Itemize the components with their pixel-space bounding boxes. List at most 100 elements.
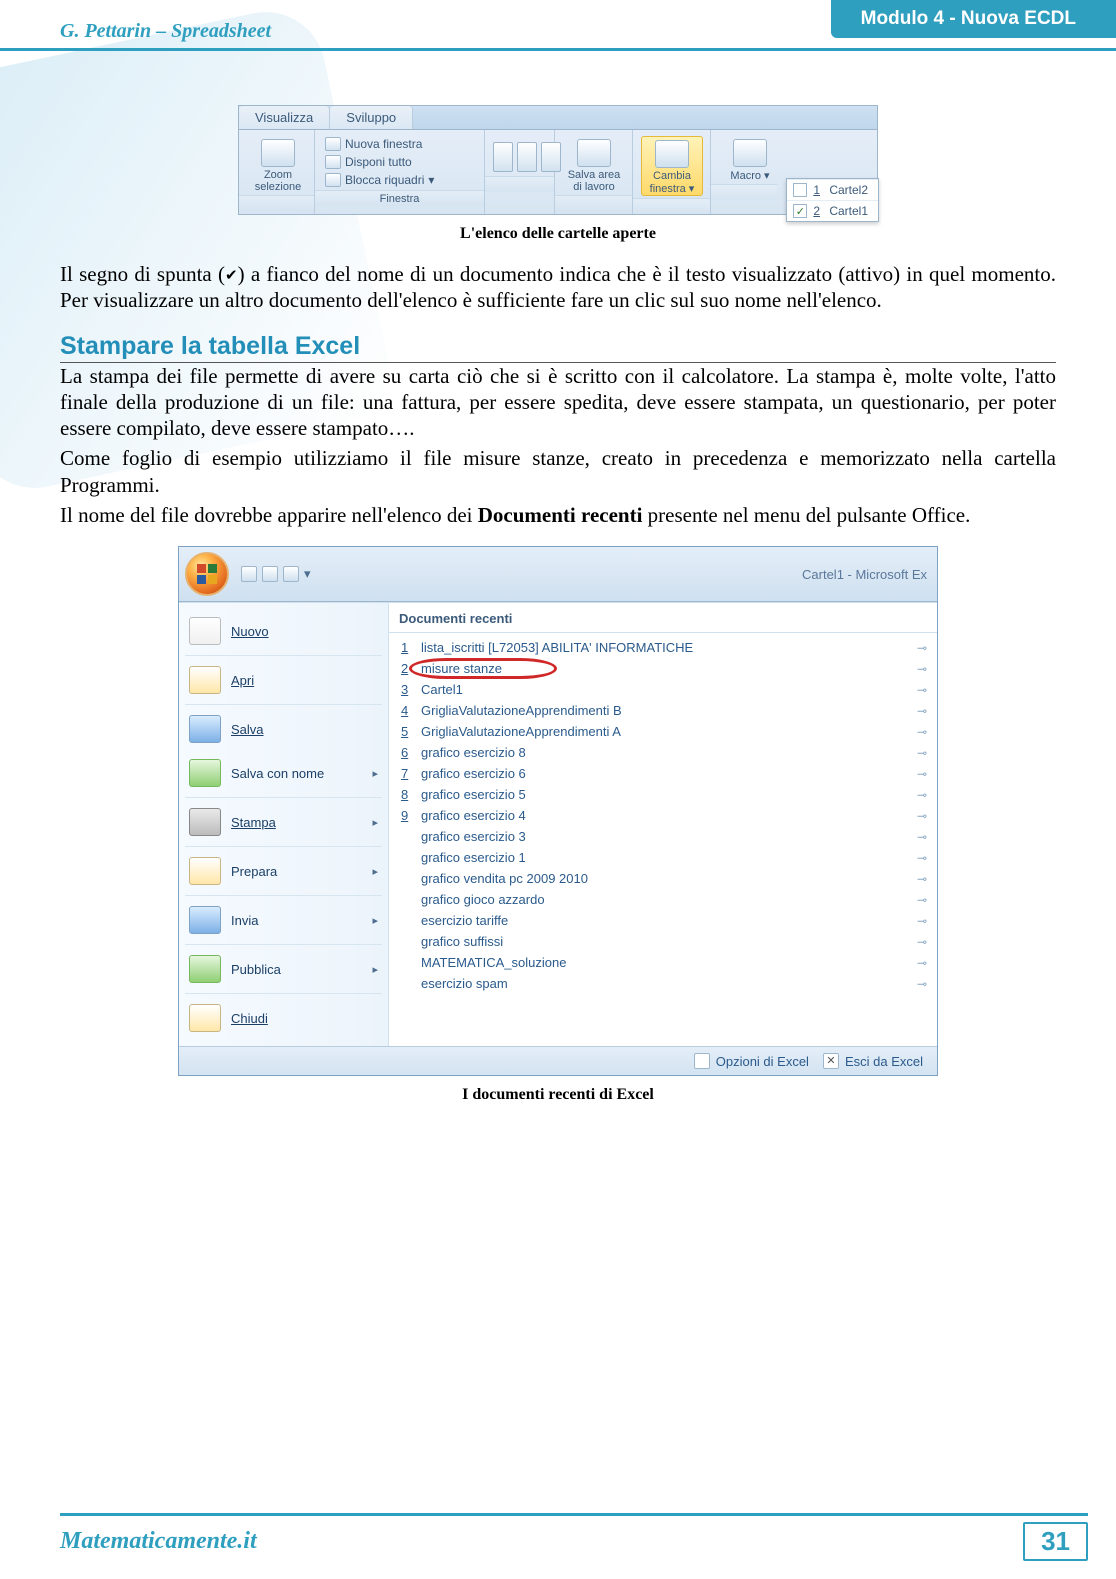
recent-doc[interactable]: esercizio tariffe⊸ (389, 910, 937, 931)
pin-icon[interactable]: ⊸ (917, 704, 927, 718)
pin-icon[interactable]: ⊸ (917, 851, 927, 865)
recent-doc[interactable]: 4GrigliaValutazioneApprendimenti B⊸ (389, 700, 937, 721)
recent-doc[interactable]: grafico esercizio 1⊸ (389, 847, 937, 868)
recent-doc[interactable]: 6grafico esercizio 8⊸ (389, 742, 937, 763)
window-item-cartel1[interactable]: ✓ 2 Cartel1 (787, 200, 878, 221)
pin-icon[interactable]: ⊸ (917, 725, 927, 739)
menu-salva-con-nome[interactable]: Salva con nome▸ (179, 751, 388, 795)
recent-name: GrigliaValutazioneApprendimenti B (415, 703, 917, 718)
page-number: 31 (1023, 1522, 1088, 1561)
pin-icon[interactable]: ⊸ (917, 788, 927, 802)
paragraph-4b: presente nel menu del pulsante Office. (642, 503, 970, 527)
blocca-riquadri-button[interactable]: Blocca riquadri ▾ (321, 172, 478, 188)
window-item-cartel2[interactable]: 1 Cartel2 (787, 179, 878, 200)
hide-icon[interactable] (517, 142, 537, 172)
menu-divider (185, 704, 382, 705)
recent-doc[interactable]: grafico suffissi⊸ (389, 931, 937, 952)
recent-name: grafico esercizio 4 (415, 808, 917, 823)
cambia-finestra-label: Cambia finestra (650, 170, 691, 195)
save-icon[interactable] (241, 566, 257, 582)
recent-name: misure stanze (415, 661, 917, 676)
paragraph-4a: Il nome del file dovrebbe apparire nell'… (60, 503, 478, 527)
macro-button[interactable]: Macro ▾ (719, 136, 781, 182)
pin-icon[interactable]: ⊸ (917, 872, 927, 886)
menu-stampa[interactable]: Stampa▸ (179, 800, 388, 844)
nuova-finestra-button[interactable]: Nuova finestra (321, 136, 478, 152)
pin-icon[interactable]: ⊸ (917, 767, 927, 781)
recent-num: 6 (401, 745, 415, 760)
opzioni-excel-button[interactable]: Opzioni di Excel (694, 1053, 809, 1069)
recent-name: Cartel1 (415, 682, 917, 697)
macro-icon (733, 139, 767, 167)
office-logo-icon (197, 564, 217, 584)
recent-doc[interactable]: 5GrigliaValutazioneApprendimenti A⊸ (389, 721, 937, 742)
chevron-right-icon: ▸ (372, 865, 378, 878)
recent-name: grafico esercizio 3 (415, 829, 917, 844)
cambia-finestra-button[interactable]: Cambia finestra ▾ (641, 136, 703, 196)
window-list-dropdown: 1 Cartel2 ✓ 2 Cartel1 (786, 178, 879, 222)
group-label-zoom (239, 195, 314, 211)
menu-salva[interactable]: Salva (179, 707, 388, 751)
pin-icon[interactable]: ⊸ (917, 746, 927, 760)
pin-icon[interactable]: ⊸ (917, 683, 927, 697)
recent-doc[interactable]: esercizio spam⊸ (389, 973, 937, 994)
recent-doc[interactable]: 1lista_iscritti [L72053] ABILITA' INFORM… (389, 637, 937, 658)
menu-apri[interactable]: Apri (179, 658, 388, 702)
recent-doc[interactable]: 7grafico esercizio 6⊸ (389, 763, 937, 784)
recent-num: 4 (401, 703, 415, 718)
pin-icon[interactable]: ⊸ (917, 893, 927, 907)
group-label-empty3 (633, 198, 710, 214)
folder-open-icon (189, 666, 221, 694)
redo-icon[interactable] (283, 566, 299, 582)
qat-more-icon[interactable]: ▾ (304, 566, 311, 582)
chevron-down-icon: ▾ (428, 173, 434, 187)
pin-icon[interactable]: ⊸ (917, 914, 927, 928)
arrange-all-icon (325, 155, 341, 169)
recent-doc-misure-stanze[interactable]: 2misure stanze⊸ (389, 658, 937, 679)
office-button[interactable] (185, 552, 229, 596)
undo-icon[interactable] (262, 566, 278, 582)
split-icon[interactable] (493, 142, 513, 172)
chevron-right-icon: ▸ (372, 816, 378, 829)
pin-icon[interactable]: ⊸ (917, 641, 927, 655)
recent-doc[interactable]: grafico vendita pc 2009 2010⊸ (389, 868, 937, 889)
disponi-tutto-button[interactable]: Disponi tutto (321, 154, 478, 170)
pin-icon[interactable]: ⊸ (917, 809, 927, 823)
pin-icon[interactable]: ⊸ (917, 977, 927, 991)
footer-rule (60, 1513, 1088, 1516)
window-item-name: Cartel2 (829, 183, 868, 197)
recent-doc[interactable]: 9grafico esercizio 4⊸ (389, 805, 937, 826)
pin-icon[interactable]: ⊸ (917, 830, 927, 844)
salva-area-button[interactable]: Salva area di lavoro (563, 136, 625, 193)
chevron-down-icon: ▾ (764, 170, 770, 182)
recent-doc[interactable]: 3Cartel1⊸ (389, 679, 937, 700)
menu-chiudi[interactable]: Chiudi (179, 996, 388, 1040)
recent-doc[interactable]: grafico esercizio 3⊸ (389, 826, 937, 847)
esci-excel-button[interactable]: Esci da Excel (823, 1053, 923, 1069)
recent-doc[interactable]: MATEMATICA_soluzione⊸ (389, 952, 937, 973)
ribbon-tab-sviluppo[interactable]: Sviluppo (330, 106, 413, 129)
recent-doc[interactable]: 8grafico esercizio 5⊸ (389, 784, 937, 805)
recent-num: 1 (401, 640, 415, 655)
pin-icon[interactable]: ⊸ (917, 662, 927, 676)
recent-name: lista_iscritti [L72053] ABILITA' INFORMA… (415, 640, 917, 655)
menu-label: Apri (231, 673, 254, 688)
recent-num: 8 (401, 787, 415, 802)
pin-icon[interactable]: ⊸ (917, 935, 927, 949)
recent-name: grafico esercizio 1 (415, 850, 917, 865)
menu-pubblica[interactable]: Pubblica▸ (179, 947, 388, 991)
recent-name: esercizio spam (415, 976, 917, 991)
recent-doc[interactable]: grafico gioco azzardo⊸ (389, 889, 937, 910)
menu-prepara[interactable]: Prepara▸ (179, 849, 388, 893)
office-menu-left: Nuovo Apri Salva Salva con nome▸ Stampa▸… (179, 603, 389, 1046)
menu-nuovo[interactable]: Nuovo (179, 609, 388, 653)
menu-divider (185, 993, 382, 994)
zoom-selezione-button[interactable]: Zoom selezione (247, 136, 309, 193)
recent-name: GrigliaValutazioneApprendimenti A (415, 724, 917, 739)
menu-label: Pubblica (231, 962, 281, 977)
printer-icon (189, 808, 221, 836)
pin-icon[interactable]: ⊸ (917, 956, 927, 970)
menu-invia[interactable]: Invia▸ (179, 898, 388, 942)
ribbon-tab-visualizza[interactable]: Visualizza (239, 106, 330, 129)
group-label-finestra: Finestra (315, 190, 484, 206)
